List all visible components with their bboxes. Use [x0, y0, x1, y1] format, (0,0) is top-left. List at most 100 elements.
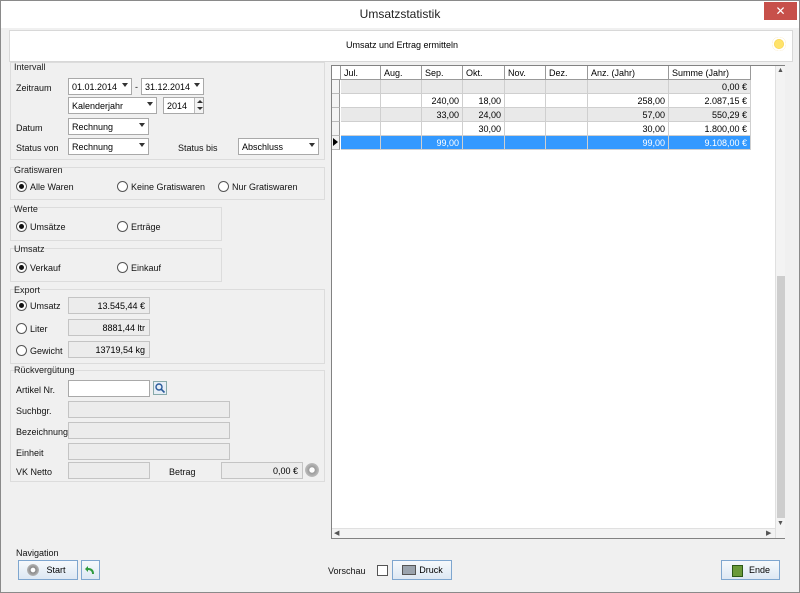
druck-button[interactable]: Druck	[392, 560, 452, 580]
verkauf-radio[interactable]	[16, 262, 27, 273]
scroll-down-icon[interactable]: ▼	[777, 520, 784, 527]
datum-select[interactable]: Rechnung	[68, 118, 149, 135]
export-liter-label[interactable]: Liter	[30, 324, 48, 334]
column-header[interactable]: Sep.	[422, 66, 463, 80]
nur-gratiswaren-label[interactable]: Nur Gratiswaren	[232, 182, 298, 192]
einkauf-label[interactable]: Einkauf	[131, 263, 161, 273]
vorschau-checkbox[interactable]	[377, 565, 388, 576]
horizontal-scrollbar[interactable]: ◀ ▶	[332, 528, 775, 538]
table-cell[interactable]: 30,00	[588, 122, 669, 136]
table-cell[interactable]	[381, 136, 422, 150]
table-cell[interactable]	[505, 136, 546, 150]
column-header[interactable]: Jul.	[341, 66, 381, 80]
export-umsatz-label[interactable]: Umsatz	[30, 301, 61, 311]
artikel-nr-input[interactable]	[68, 380, 150, 397]
alle-waren-radio[interactable]	[16, 181, 27, 192]
table-cell[interactable]	[341, 136, 381, 150]
table-cell[interactable]	[422, 122, 463, 136]
table-cell[interactable]	[341, 80, 381, 94]
column-header[interactable]: Summe (Jahr)	[669, 66, 751, 80]
table-cell[interactable]	[422, 80, 463, 94]
table-cell[interactable]	[381, 80, 422, 94]
einkauf-radio[interactable]	[117, 262, 128, 273]
table-cell[interactable]: 99,00	[422, 136, 463, 150]
table-cell[interactable]: 2.087,15 €	[669, 94, 751, 108]
table-cell[interactable]: 18,00	[463, 94, 505, 108]
column-header[interactable]: Nov.	[505, 66, 546, 80]
table-cell[interactable]	[341, 108, 381, 122]
table-cell[interactable]	[546, 80, 588, 94]
scrollbar-thumb[interactable]	[777, 276, 785, 518]
table-cell[interactable]: 30,00	[463, 122, 505, 136]
start-button[interactable]: Start	[18, 560, 78, 580]
umsaetze-label[interactable]: Umsätze	[30, 222, 66, 232]
status-bis-select[interactable]: Abschluss	[238, 138, 319, 155]
verkauf-label[interactable]: Verkauf	[30, 263, 61, 273]
sun-icon[interactable]	[772, 37, 786, 51]
status-von-select[interactable]: Rechnung	[68, 138, 149, 155]
nur-gratiswaren-radio[interactable]	[218, 181, 229, 192]
year-spinner[interactable]: 2014	[163, 97, 204, 114]
row-indicator[interactable]	[332, 94, 340, 108]
statistics-table[interactable]: Jul. Aug. Sep. Okt. Nov. Dez. Anz. (Jahr…	[331, 65, 785, 539]
table-cell[interactable]	[546, 122, 588, 136]
column-header[interactable]: Dez.	[546, 66, 588, 80]
table-cell[interactable]: 24,00	[463, 108, 505, 122]
table-cell[interactable]	[546, 94, 588, 108]
table-cell[interactable]	[381, 94, 422, 108]
umsaetze-radio[interactable]	[16, 221, 27, 232]
table-cell[interactable]: 99,00	[588, 136, 669, 150]
table-cell[interactable]	[505, 122, 546, 136]
table-cell[interactable]	[588, 80, 669, 94]
column-header[interactable]: Anz. (Jahr)	[588, 66, 669, 80]
ertraege-radio[interactable]	[117, 221, 128, 232]
ertraege-label[interactable]: Erträge	[131, 222, 161, 232]
ende-button[interactable]: Ende	[721, 560, 780, 580]
row-indicator[interactable]	[332, 80, 340, 94]
back-button[interactable]	[81, 560, 100, 580]
table-cell[interactable]: 0,00 €	[669, 80, 751, 94]
export-umsatz-radio[interactable]	[16, 300, 27, 311]
scroll-up-icon[interactable]: ▲	[777, 67, 784, 74]
search-icon[interactable]	[153, 381, 167, 395]
table-cell[interactable]	[341, 94, 381, 108]
scroll-left-icon[interactable]: ◀	[334, 529, 339, 537]
row-indicator[interactable]	[332, 136, 340, 150]
table-cell[interactable]	[463, 80, 505, 94]
alle-waren-label[interactable]: Alle Waren	[30, 182, 74, 192]
table-cell[interactable]	[381, 108, 422, 122]
table-cell[interactable]	[463, 136, 505, 150]
table-cell[interactable]: 240,00	[422, 94, 463, 108]
close-button[interactable]: ✕	[764, 2, 797, 20]
period-type-select[interactable]: Kalenderjahr	[68, 97, 157, 114]
export-gewicht-radio[interactable]	[16, 345, 27, 356]
table-cell[interactable]	[381, 122, 422, 136]
table-cell[interactable]: 258,00	[588, 94, 669, 108]
table-cell[interactable]: 33,00	[422, 108, 463, 122]
row-indicator[interactable]	[332, 122, 340, 136]
row-indicator[interactable]	[332, 108, 340, 122]
vertical-scrollbar[interactable]: ▲ ▼	[775, 66, 785, 538]
table-cell[interactable]	[546, 136, 588, 150]
table-cell[interactable]: 57,00	[588, 108, 669, 122]
export-liter-radio[interactable]	[16, 323, 27, 334]
status-bis-value: Abschluss	[242, 142, 284, 152]
column-header[interactable]: Aug.	[381, 66, 422, 80]
table-cell[interactable]	[546, 108, 588, 122]
table-cell[interactable]: 1.800,00 €	[669, 122, 751, 136]
scroll-right-icon[interactable]: ▶	[766, 529, 771, 537]
date-to-picker[interactable]: 31.12.2014	[141, 78, 204, 95]
date-from-picker[interactable]: 01.01.2014	[68, 78, 132, 95]
table-cell[interactable]	[505, 108, 546, 122]
column-header[interactable]: Okt.	[463, 66, 505, 80]
keine-gratiswaren-label[interactable]: Keine Gratiswaren	[131, 182, 205, 192]
table-cell[interactable]	[505, 94, 546, 108]
gear-icon[interactable]	[305, 463, 319, 477]
table-cell[interactable]: 9.108,00 €	[669, 136, 751, 150]
export-gewicht-label[interactable]: Gewicht	[30, 346, 63, 356]
spinner-arrows-icon[interactable]	[194, 98, 203, 113]
table-cell[interactable]	[505, 80, 546, 94]
table-cell[interactable]: 550,29 €	[669, 108, 751, 122]
keine-gratiswaren-radio[interactable]	[117, 181, 128, 192]
table-cell[interactable]	[341, 122, 381, 136]
